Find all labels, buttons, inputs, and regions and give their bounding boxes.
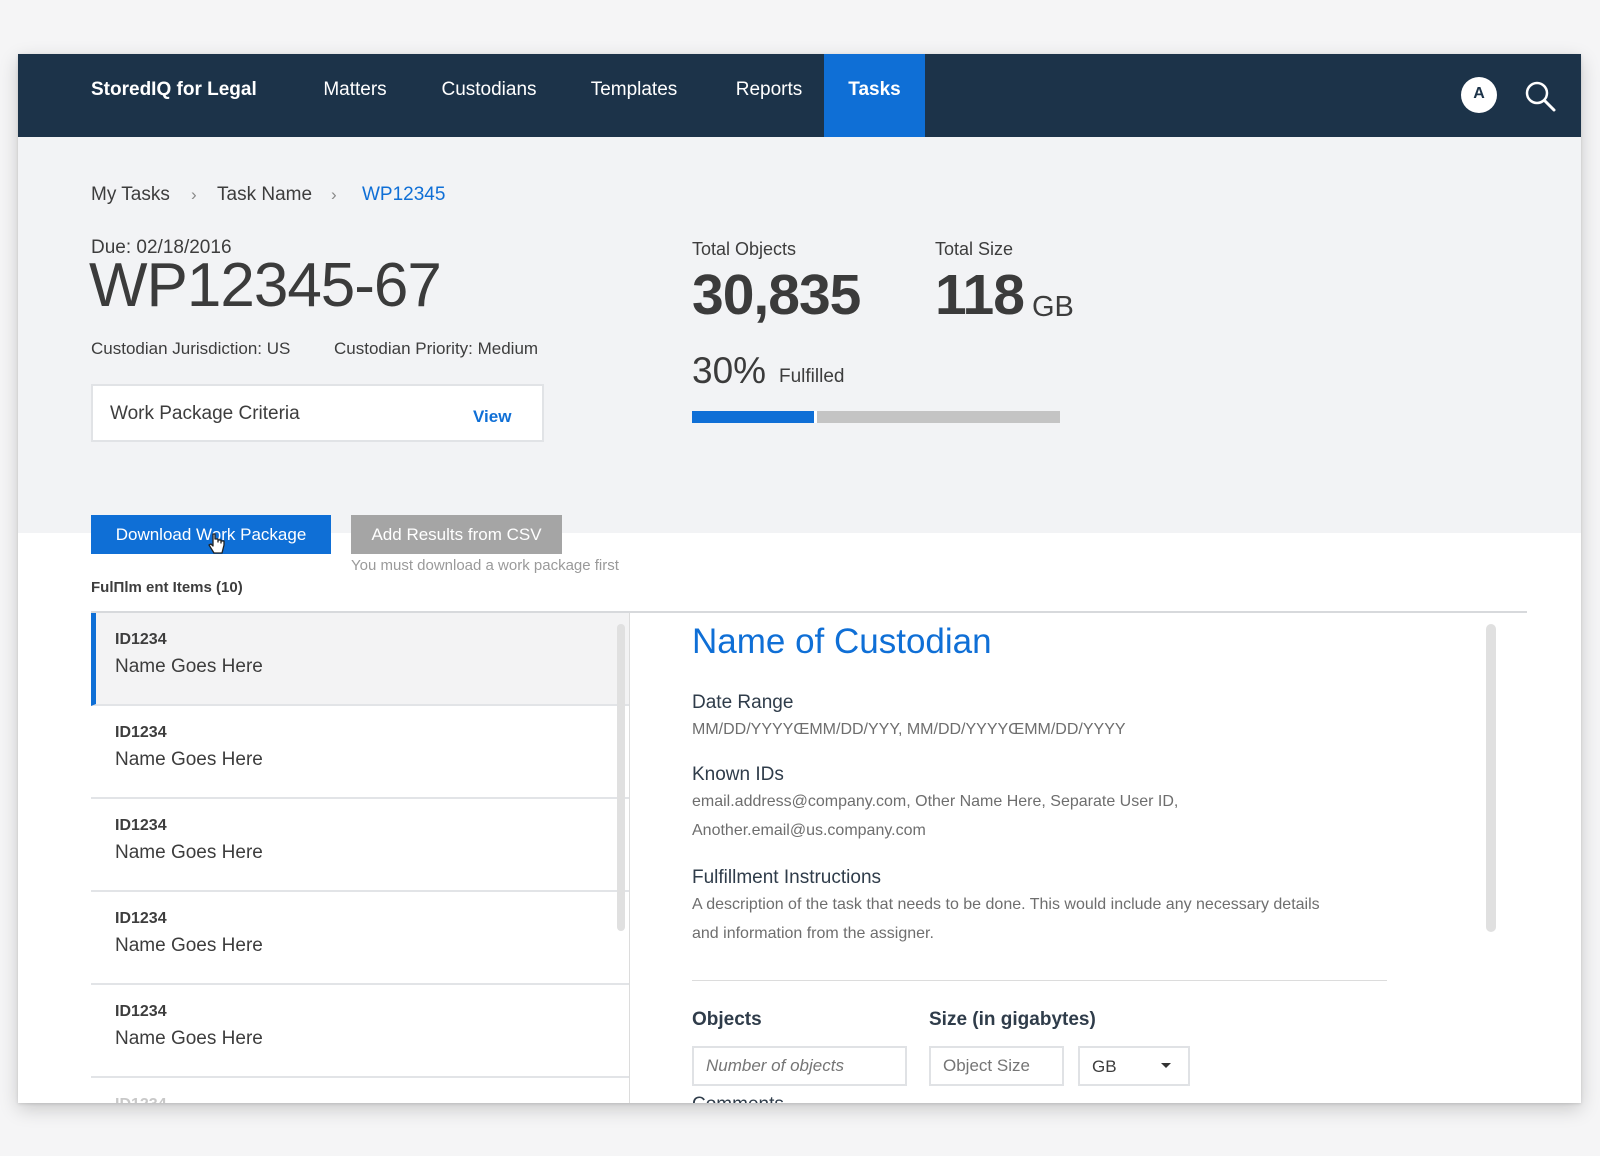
fulfilled-progress-fill — [692, 411, 818, 423]
top-nav: StoredIQ for Legal Matters Custodians Te… — [18, 54, 1581, 137]
app-window: StoredIQ for Legal Matters Custodians Te… — [18, 54, 1581, 1103]
detail-scrollbar[interactable] — [1486, 624, 1496, 932]
criteria-label: Work Package Criteria — [110, 403, 300, 424]
item-id: ID1234 — [115, 1003, 167, 1020]
item-name: Name Goes Here — [115, 749, 263, 770]
fulfillment-items-heading: FulΠlm ent Items (10) — [91, 579, 243, 596]
item-name: Name Goes Here — [115, 1028, 263, 1049]
size-unit-select[interactable]: GB — [1078, 1046, 1190, 1086]
objects-input[interactable] — [692, 1046, 907, 1086]
total-size-unit: GB — [1032, 291, 1074, 323]
custodian-priority: Custodian Priority: Medium — [334, 339, 539, 358]
page-title: WP12345-67 — [89, 251, 442, 320]
nav-matters[interactable]: Matters — [309, 54, 401, 137]
total-objects-label: Total Objects — [692, 239, 797, 259]
item-id: ID1234 — [115, 910, 167, 927]
item-name: Name Goes Here — [115, 842, 263, 863]
list-item[interactable]: ID1234 Name Goes Here — [91, 985, 629, 1078]
comments-label: Comments — [692, 1094, 812, 1103]
list-item[interactable]: ID1234 Name Goes Here — [91, 892, 629, 985]
item-name: Name Goes Here — [115, 656, 263, 677]
fulfilled-progress-bar — [692, 411, 1060, 423]
avatar[interactable]: A — [1461, 77, 1497, 113]
breadcrumb-my-tasks[interactable]: My Tasks — [91, 184, 170, 206]
total-size-label: Total Size — [935, 239, 1014, 259]
instructions-line1: A description of the task that needs to … — [692, 896, 1320, 913]
list-item[interactable]: ID1234 — [91, 1078, 629, 1103]
list-scrollbar[interactable] — [617, 624, 625, 931]
item-name: Name Goes Here — [115, 935, 263, 956]
item-id: ID1234 — [115, 631, 167, 648]
item-id: ID1234 — [115, 817, 167, 834]
size-label: Size (in gigabytes) — [929, 1009, 1096, 1030]
known-ids-value-line1: email.address@company.com, Other Name He… — [692, 793, 1179, 810]
brand-logo[interactable]: StoredIQ for Legal — [91, 54, 257, 137]
known-ids-label: Known IDs — [692, 764, 784, 785]
nav-templates[interactable]: Templates — [578, 54, 690, 137]
work-package-criteria-card: Work Package Criteria View — [91, 384, 544, 442]
pane-divider — [629, 613, 630, 1103]
total-size-value: 118 — [935, 263, 1025, 327]
objects-label: Objects — [692, 1009, 762, 1030]
size-input[interactable] — [929, 1046, 1064, 1086]
fulfilled-label: Fulfilled — [779, 366, 845, 387]
list-item[interactable]: ID1234 Name Goes Here — [91, 613, 629, 706]
date-range-value: MM/DD/YYYYŒMM/DD/YYY, MM/DD/YYYYŒMM/DD/Y… — [692, 721, 1126, 738]
breadcrumb-task-name[interactable]: Task Name — [217, 184, 312, 206]
item-id: ID1234 — [115, 1096, 167, 1103]
fulfillment-instructions-label: Fulfillment Instructions — [692, 867, 882, 888]
fulfilled-percent: 30% — [692, 350, 767, 391]
fulfillment-item-list: ID1234 Name Goes Here ID1234 Name Goes H… — [91, 613, 629, 1103]
breadcrumb-current: WP12345 — [362, 184, 446, 205]
breadcrumb-separator-icon: › — [331, 185, 337, 204]
search-icon[interactable] — [1522, 78, 1558, 114]
list-item[interactable]: ID1234 Name Goes Here — [91, 706, 629, 799]
instructions-line2: and information from the assigner. — [692, 925, 934, 942]
date-range-label: Date Range — [692, 692, 794, 713]
known-ids-value-line2: Another.email@us.company.com — [692, 822, 926, 839]
add-csv-hint: You must download a work package first — [351, 557, 619, 574]
caret-down-icon — [1161, 1063, 1171, 1068]
add-results-csv-button[interactable]: Add Results from CSV — [351, 515, 562, 554]
hand-cursor-icon — [208, 533, 225, 554]
nav-tasks[interactable]: Tasks — [824, 54, 925, 137]
nav-reports[interactable]: Reports — [715, 54, 823, 137]
custodian-name-title: Name of Custodian — [692, 622, 992, 661]
item-id: ID1234 — [115, 724, 167, 741]
total-objects-value: 30,835 — [692, 263, 861, 327]
size-unit-value: GB — [1092, 1057, 1117, 1076]
criteria-view-link[interactable]: View — [473, 407, 511, 427]
breadcrumb-separator-icon: › — [191, 185, 197, 204]
nav-custodians[interactable]: Custodians — [429, 54, 549, 137]
list-item[interactable]: ID1234 Name Goes Here — [91, 799, 629, 892]
detail-divider — [692, 980, 1387, 981]
custodian-jurisdiction: Custodian Jurisdiction: US — [91, 339, 291, 358]
